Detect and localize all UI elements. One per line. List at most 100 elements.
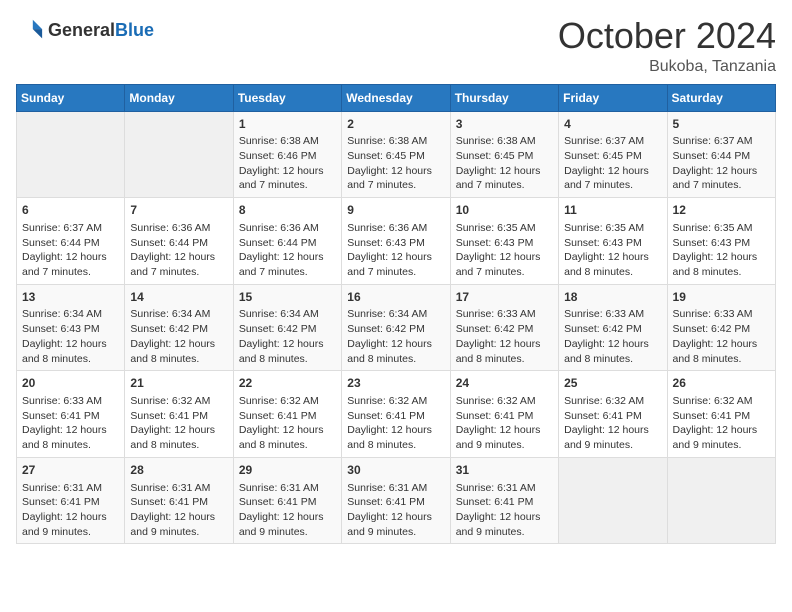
calendar-cell [17,111,125,198]
weekday-header-sunday: Sunday [17,84,125,111]
calendar-cell: 10 Sunrise: 6:35 AM Sunset: 6:43 PM Dayli… [450,198,558,285]
calendar-cell: 26 Sunrise: 6:32 AM Sunset: 6:41 PM Dayli… [667,371,775,458]
calendar-cell: 16Sunrise: 6:34 AM Sunset: 6:42 PM Dayli… [342,284,450,371]
calendar-cell: 18Sunrise: 6:33 AM Sunset: 6:42 PM Dayli… [559,284,667,371]
cell-info: Sunrise: 6:38 AM Sunset: 6:45 PM Dayligh… [456,134,553,193]
cell-info: Sunrise: 6:32 AM Sunset: 6:41 PM Dayligh… [456,394,553,453]
logo-blue: Blue [115,20,154,40]
day-number: 2 [347,116,444,133]
day-number: 1 [239,116,336,133]
day-number: 13 [22,289,119,306]
calendar-cell: 21 Sunrise: 6:32 AM Sunset: 6:41 PM Dayli… [125,371,233,458]
logo: GeneralBlue [16,16,154,44]
day-number: 14 [130,289,227,306]
cell-info: Sunrise: 6:33 AM Sunset: 6:42 PM Dayligh… [673,307,770,366]
day-number: 25 [564,375,661,392]
calendar-cell: 17Sunrise: 6:33 AM Sunset: 6:42 PM Dayli… [450,284,558,371]
cell-info: Sunrise: 6:37 AM Sunset: 6:45 PM Dayligh… [564,134,661,193]
day-number: 15 [239,289,336,306]
calendar-cell: 12 Sunrise: 6:35 AM Sunset: 6:43 PM Dayli… [667,198,775,285]
weekday-header-saturday: Saturday [667,84,775,111]
cell-info: Sunrise: 6:36 AM Sunset: 6:44 PM Dayligh… [239,221,336,280]
cell-info: Sunrise: 6:34 AM Sunset: 6:42 PM Dayligh… [130,307,227,366]
calendar-cell: 25Sunrise: 6:32 AM Sunset: 6:41 PM Dayli… [559,371,667,458]
calendar-cell: 6 Sunrise: 6:37 AM Sunset: 6:44 PM Daylig… [17,198,125,285]
day-number: 6 [22,202,119,219]
cell-info: Sunrise: 6:31 AM Sunset: 6:41 PM Dayligh… [456,481,553,540]
day-number: 7 [130,202,227,219]
day-number: 29 [239,462,336,479]
calendar-cell [667,457,775,544]
cell-info: Sunrise: 6:32 AM Sunset: 6:41 PM Dayligh… [673,394,770,453]
logo-text: GeneralBlue [48,20,154,41]
calendar-week-row: 27 Sunrise: 6:31 AM Sunset: 6:41 PM Dayli… [17,457,776,544]
calendar-cell: 7Sunrise: 6:36 AM Sunset: 6:44 PM Daylig… [125,198,233,285]
day-number: 11 [564,202,661,219]
cell-info: Sunrise: 6:35 AM Sunset: 6:43 PM Dayligh… [564,221,661,280]
day-number: 17 [456,289,553,306]
cell-info: Sunrise: 6:37 AM Sunset: 6:44 PM Dayligh… [673,134,770,193]
cell-info: Sunrise: 6:35 AM Sunset: 6:43 PM Dayligh… [673,221,770,280]
calendar-cell: 28Sunrise: 6:31 AM Sunset: 6:41 PM Dayli… [125,457,233,544]
cell-info: Sunrise: 6:38 AM Sunset: 6:45 PM Dayligh… [347,134,444,193]
calendar-cell: 1Sunrise: 6:38 AM Sunset: 6:46 PM Daylig… [233,111,341,198]
cell-info: Sunrise: 6:31 AM Sunset: 6:41 PM Dayligh… [130,481,227,540]
calendar-cell: 11 Sunrise: 6:35 AM Sunset: 6:43 PM Dayli… [559,198,667,285]
day-number: 27 [22,462,119,479]
day-number: 3 [456,116,553,133]
calendar-cell: 14Sunrise: 6:34 AM Sunset: 6:42 PM Dayli… [125,284,233,371]
calendar-week-row: 20 Sunrise: 6:33 AM Sunset: 6:41 PM Dayli… [17,371,776,458]
day-number: 21 [130,375,227,392]
month-year-title: October 2024 [558,16,776,56]
cell-info: Sunrise: 6:33 AM Sunset: 6:41 PM Dayligh… [22,394,119,453]
day-number: 16 [347,289,444,306]
weekday-header-monday: Monday [125,84,233,111]
calendar-header-row: SundayMondayTuesdayWednesdayThursdayFrid… [17,84,776,111]
calendar-cell: 2Sunrise: 6:38 AM Sunset: 6:45 PM Daylig… [342,111,450,198]
location-subtitle: Bukoba, Tanzania [558,58,776,76]
calendar-cell: 3Sunrise: 6:38 AM Sunset: 6:45 PM Daylig… [450,111,558,198]
calendar-cell: 13Sunrise: 6:34 AM Sunset: 6:43 PM Dayli… [17,284,125,371]
day-number: 26 [673,375,770,392]
cell-info: Sunrise: 6:38 AM Sunset: 6:46 PM Dayligh… [239,134,336,193]
calendar-week-row: 13Sunrise: 6:34 AM Sunset: 6:43 PM Dayli… [17,284,776,371]
day-number: 8 [239,202,336,219]
calendar-cell: 8 Sunrise: 6:36 AM Sunset: 6:44 PM Daylig… [233,198,341,285]
day-number: 23 [347,375,444,392]
page-header: GeneralBlue October 2024 Bukoba, Tanzani… [16,16,776,76]
calendar-cell: 5Sunrise: 6:37 AM Sunset: 6:44 PM Daylig… [667,111,775,198]
cell-info: Sunrise: 6:35 AM Sunset: 6:43 PM Dayligh… [456,221,553,280]
weekday-header-tuesday: Tuesday [233,84,341,111]
weekday-header-thursday: Thursday [450,84,558,111]
calendar-cell: 27 Sunrise: 6:31 AM Sunset: 6:41 PM Dayli… [17,457,125,544]
day-number: 31 [456,462,553,479]
weekday-header-wednesday: Wednesday [342,84,450,111]
day-number: 12 [673,202,770,219]
cell-info: Sunrise: 6:32 AM Sunset: 6:41 PM Dayligh… [130,394,227,453]
cell-info: Sunrise: 6:31 AM Sunset: 6:41 PM Dayligh… [347,481,444,540]
calendar-week-row: 1Sunrise: 6:38 AM Sunset: 6:46 PM Daylig… [17,111,776,198]
calendar-cell: 23 Sunrise: 6:32 AM Sunset: 6:41 PM Dayli… [342,371,450,458]
cell-info: Sunrise: 6:33 AM Sunset: 6:42 PM Dayligh… [456,307,553,366]
cell-info: Sunrise: 6:37 AM Sunset: 6:44 PM Dayligh… [22,221,119,280]
calendar-cell [559,457,667,544]
calendar-cell: 22Sunrise: 6:32 AM Sunset: 6:41 PM Dayli… [233,371,341,458]
calendar-cell: 30Sunrise: 6:31 AM Sunset: 6:41 PM Dayli… [342,457,450,544]
cell-info: Sunrise: 6:33 AM Sunset: 6:42 PM Dayligh… [564,307,661,366]
calendar-cell: 15Sunrise: 6:34 AM Sunset: 6:42 PM Dayli… [233,284,341,371]
day-number: 5 [673,116,770,133]
day-number: 4 [564,116,661,133]
cell-info: Sunrise: 6:31 AM Sunset: 6:41 PM Dayligh… [22,481,119,540]
calendar-cell: 31 Sunrise: 6:31 AM Sunset: 6:41 PM Dayli… [450,457,558,544]
day-number: 20 [22,375,119,392]
day-number: 10 [456,202,553,219]
day-number: 9 [347,202,444,219]
cell-info: Sunrise: 6:32 AM Sunset: 6:41 PM Dayligh… [347,394,444,453]
weekday-header-friday: Friday [559,84,667,111]
logo-general: General [48,20,115,40]
day-number: 19 [673,289,770,306]
calendar-cell: 20 Sunrise: 6:33 AM Sunset: 6:41 PM Dayli… [17,371,125,458]
cell-info: Sunrise: 6:32 AM Sunset: 6:41 PM Dayligh… [239,394,336,453]
title-block: October 2024 Bukoba, Tanzania [558,16,776,76]
calendar-cell: 29Sunrise: 6:31 AM Sunset: 6:41 PM Dayli… [233,457,341,544]
